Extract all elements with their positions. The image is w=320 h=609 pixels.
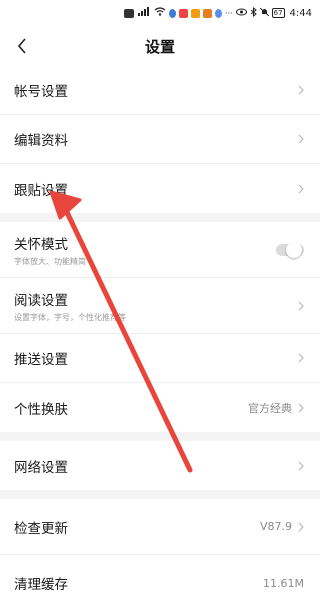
app-notification-icon [202,8,212,18]
settings-section-app: 检查更新 V87.9 清理缓存 11.61M [0,499,320,609]
battery-icon: 67 [271,8,285,18]
clock: 4:44 [289,7,312,19]
app-notification-icon [168,8,176,18]
item-description: 设置字体，字号，个性化推荐等 [14,312,126,322]
chevron-right-icon [298,353,306,363]
item-label: 网络设置 [14,459,68,476]
app-notification-icon [178,8,188,18]
chevron-right-icon [298,461,306,471]
mute-icon [259,7,269,20]
wifi-icon [154,7,166,19]
item-description: 字体放大、功能精简 [14,256,86,266]
app-notification-icon [190,8,200,18]
chevron-left-icon [17,38,26,54]
eye-icon [235,8,247,19]
item-label: 阅读设置 [14,292,68,309]
section-divider [0,213,320,222]
app-notification-icon [214,8,222,18]
chevron-right-icon [298,301,306,311]
settings-section-account: 帐号设置 编辑资料 跟贴设置 [0,66,320,213]
item-label: 跟贴设置 [14,182,68,199]
section-divider [0,432,320,441]
bluetooth-icon [250,6,257,20]
network-settings-item[interactable]: 网络设置 [0,441,320,490]
header: 设置 [0,26,320,66]
chevron-right-icon [298,522,306,532]
signal-icon [137,7,151,19]
chevron-right-icon [298,134,306,144]
chevron-right-icon [298,184,306,194]
account-settings-item[interactable]: 帐号设置 [0,66,320,115]
care-mode-toggle[interactable] [276,241,304,258]
battery-level: 67 [271,8,285,18]
item-label: 推送设置 [14,352,68,368]
reading-settings-item[interactable]: 阅读设置 设置字体，字号，个性化推荐等 [0,278,320,334]
item-value: 11.61M [263,576,304,590]
item-value: V87.9 [259,520,292,533]
item-label: 个性换肤 [14,401,68,418]
theme-skin-item[interactable]: 个性换肤 官方经典 [0,383,320,432]
care-mode-item: 关怀模式 字体放大、功能精简 [0,222,320,278]
clear-cache-item[interactable]: 清理缓存 11.61M [0,555,320,609]
more-notifications-icon: ··· [224,8,233,18]
item-value: 官方经典 [248,401,292,415]
hd-icon [123,8,134,18]
settings-section-display: 关怀模式 字体放大、功能精简 阅读设置 设置字体，字号，个性化推荐等 推送设置 … [0,222,320,432]
item-label: 编辑资料 [14,133,68,149]
toggle-knob [286,241,302,258]
settings-section-network: 网络设置 [0,441,320,490]
item-label: 帐号设置 [14,84,68,100]
item-label: 清理缓存 [14,577,68,593]
chevron-right-icon [298,85,306,95]
page-title: 设置 [144,37,175,56]
status-bar: ··· 67 4:44 [0,0,320,26]
push-settings-item[interactable]: 推送设置 [0,334,320,383]
back-button[interactable] [10,34,34,58]
edit-profile-item[interactable]: 编辑资料 [0,115,320,164]
item-label: 关怀模式 [14,236,68,253]
check-update-item[interactable]: 检查更新 V87.9 [0,499,320,555]
chevron-right-icon [298,403,306,413]
item-label: 检查更新 [14,520,68,537]
section-divider [0,490,320,499]
comment-settings-item[interactable]: 跟贴设置 [0,164,320,213]
